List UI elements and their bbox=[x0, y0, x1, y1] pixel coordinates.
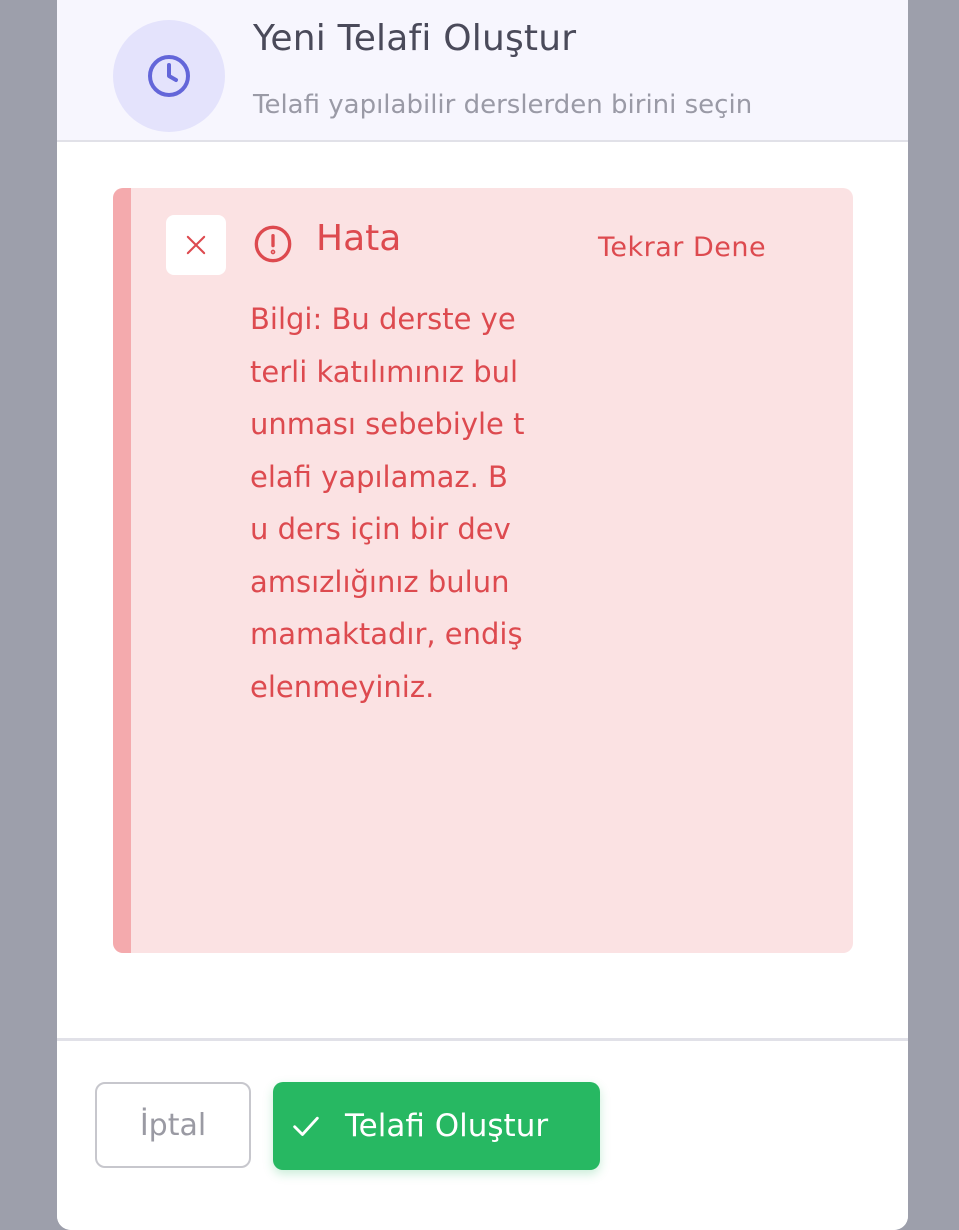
cancel-button[interactable]: İptal bbox=[95, 1082, 251, 1168]
modal-title: Yeni Telafi Oluştur bbox=[253, 18, 577, 59]
modal-subtitle: Telafi yapılabilir derslerden birini seç… bbox=[253, 90, 753, 120]
create-make-up-button[interactable]: Telafi Oluştur bbox=[273, 1082, 600, 1170]
alert-accent-bar bbox=[113, 188, 131, 953]
alert-close-button[interactable] bbox=[166, 215, 226, 275]
create-make-up-label: Telafi Oluştur bbox=[345, 1108, 549, 1144]
modal-header: Yeni Telafi Oluştur Telafi yapılabilir d… bbox=[57, 0, 908, 142]
modal-footer: İptal Telafi Oluştur bbox=[57, 1038, 908, 1230]
alert-message: Bilgi: Bu derste yeterli katılımınız bul… bbox=[250, 302, 525, 704]
check-icon bbox=[293, 1116, 319, 1136]
error-alert: Hata Tekrar Dene Bilgi: Bu derste yeterl… bbox=[113, 188, 853, 953]
close-icon bbox=[186, 235, 206, 255]
header-icon-badge bbox=[113, 20, 225, 132]
clock-icon bbox=[148, 55, 190, 97]
retry-button[interactable]: Tekrar Dene bbox=[598, 232, 766, 263]
alert-title: Hata bbox=[316, 218, 402, 259]
cancel-button-label: İptal bbox=[139, 1107, 207, 1143]
make-up-modal: Yeni Telafi Oluştur Telafi yapılabilir d… bbox=[57, 0, 908, 1230]
alert-circle-icon bbox=[254, 225, 292, 263]
